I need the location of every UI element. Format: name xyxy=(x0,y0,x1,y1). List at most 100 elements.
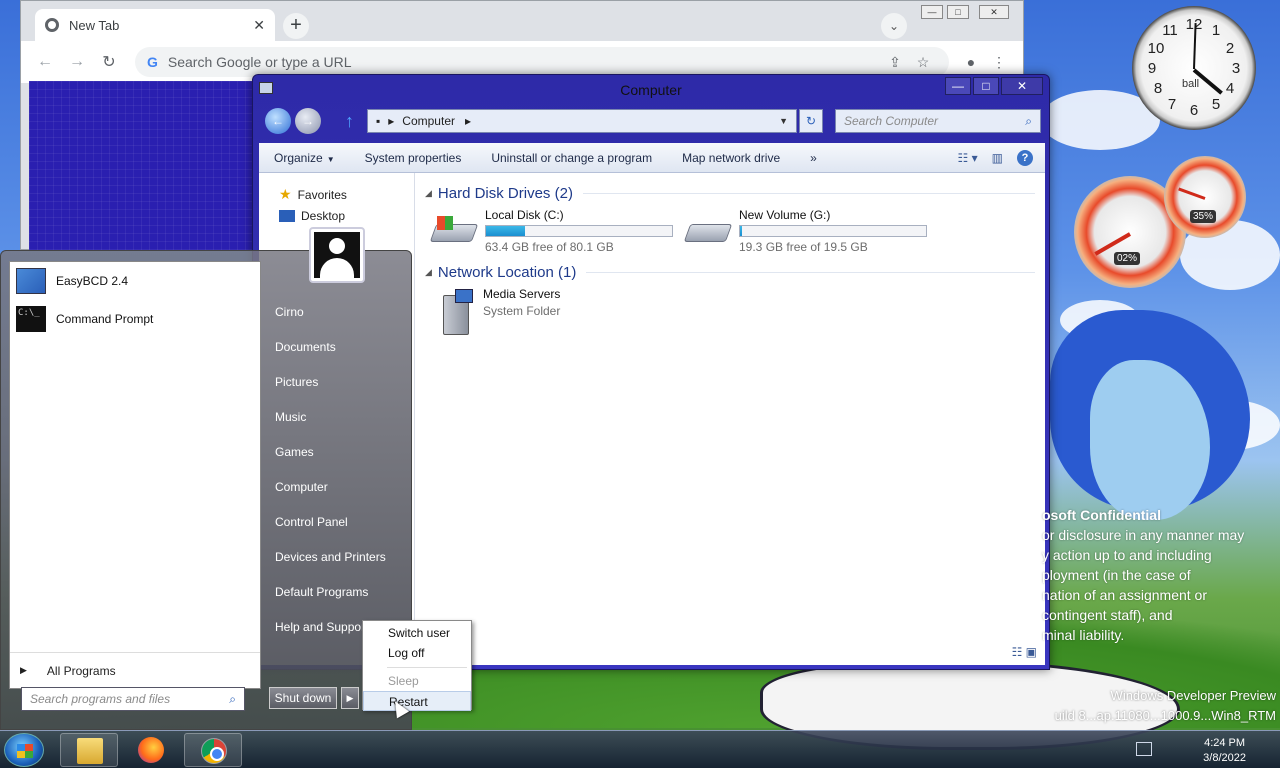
map-network-drive-button[interactable]: Map network drive xyxy=(667,151,795,165)
clock-label: ball xyxy=(1182,78,1200,90)
command-bar: Organize ▼ System properties Uninstall or… xyxy=(259,143,1045,173)
clock-numeral: 3 xyxy=(1231,60,1241,77)
bookmark-star-icon[interactable]: ☆ xyxy=(909,54,937,71)
content-pane: ◢ Hard Disk Drives (2) Local Disk (C:) 6… xyxy=(415,173,1045,665)
tab-search-button[interactable]: ⌄ xyxy=(881,13,907,39)
start-item-user[interactable]: Cirno xyxy=(267,295,407,330)
close-button[interactable]: ✕ xyxy=(979,5,1009,19)
menu-item-switch-user[interactable]: Switch user xyxy=(363,623,471,643)
network-info: Media Servers System Folder xyxy=(483,287,560,335)
close-button[interactable]: ✕ xyxy=(1001,77,1043,95)
preview-pane-icon[interactable]: ▥ xyxy=(992,151,1003,165)
menu-item-restart[interactable]: Restart xyxy=(363,691,471,711)
reload-icon[interactable]: ↻ xyxy=(95,52,123,72)
drive-usage-fill xyxy=(740,226,742,236)
search-input[interactable]: Search Computer ⌕ xyxy=(835,109,1041,133)
maximize-button[interactable]: □ xyxy=(947,5,969,19)
windows-logo-icon xyxy=(17,744,33,758)
program-command-prompt[interactable]: C:\_ Command Prompt xyxy=(10,300,260,338)
more-commands-icon[interactable]: » xyxy=(795,151,832,165)
clock-numeral: 5 xyxy=(1211,96,1221,113)
group-header-hard-disks[interactable]: ◢ Hard Disk Drives (2) xyxy=(425,185,1035,202)
chevron-down-icon: ▼ xyxy=(326,154,335,164)
clock-gadget[interactable]: 12 1 2 3 4 5 6 7 8 9 10 11 ball xyxy=(1132,6,1256,130)
chrome-tab[interactable]: New Tab ✕ xyxy=(35,9,275,41)
network-item-media-servers[interactable]: Media Servers System Folder xyxy=(431,287,1035,335)
watermark-line: contingent staff), and xyxy=(1042,607,1173,623)
uninstall-program-button[interactable]: Uninstall or change a program xyxy=(476,151,667,165)
chevron-down-icon[interactable]: ▼ xyxy=(779,116,788,126)
collapse-triangle-icon[interactable]: ◢ xyxy=(425,267,432,278)
new-tab-button[interactable]: + xyxy=(283,13,309,39)
view-toggle-icons[interactable]: ☷ ▣ xyxy=(1012,645,1037,659)
view-controls: ☷ ▾ ▥ ? xyxy=(944,149,1045,166)
clock-numeral: 4 xyxy=(1225,80,1235,97)
profile-icon[interactable]: ● xyxy=(957,54,985,70)
nav-item-favorites[interactable]: ★ Favorites xyxy=(259,183,414,206)
start-item-default-programs[interactable]: Default Programs xyxy=(267,575,407,610)
search-icon[interactable]: ⌕ xyxy=(1025,114,1032,129)
program-easybcd[interactable]: EasyBCD 2.4 xyxy=(10,262,260,300)
nav-item-label: Desktop xyxy=(301,209,346,223)
drive-item-c[interactable]: Local Disk (C:) 63.4 GB free of 80.1 GB xyxy=(425,208,679,254)
omnibox[interactable]: G Search Google or type a URL ⇪ ☆ xyxy=(135,47,949,77)
taskbar-firefox-button[interactable] xyxy=(122,733,180,767)
shutdown-button[interactable]: Shut down xyxy=(269,687,337,709)
back-button[interactable]: ← xyxy=(265,108,291,134)
build-line: Windows Developer Preview xyxy=(1110,688,1276,703)
system-properties-button[interactable]: System properties xyxy=(350,151,477,165)
start-item-pictures[interactable]: Pictures xyxy=(267,365,407,400)
start-button[interactable] xyxy=(4,733,44,767)
taskbar: 4:24 PM 3/8/2022 xyxy=(0,730,1280,768)
confidential-watermark: osoft Confidential or disclosure in any … xyxy=(1042,505,1280,645)
menu-icon[interactable]: ⋮ xyxy=(985,54,1013,71)
minimize-button[interactable]: — xyxy=(945,77,971,95)
user-avatar[interactable] xyxy=(309,227,365,283)
help-icon[interactable]: ? xyxy=(1017,149,1033,166)
desktop-icon xyxy=(279,210,295,222)
start-item-control-panel[interactable]: Control Panel xyxy=(267,505,407,540)
clock-display[interactable]: 4:24 PM 3/8/2022 xyxy=(1203,736,1246,766)
taskbar-chrome-button[interactable] xyxy=(184,733,242,767)
start-item-music[interactable]: Music xyxy=(267,400,407,435)
build-watermark: Windows Developer Preview uild 8...ap.11… xyxy=(1055,686,1276,726)
refresh-button[interactable]: ↻ xyxy=(799,109,823,133)
taskbar-explorer-button[interactable] xyxy=(60,733,118,767)
start-item-games[interactable]: Games xyxy=(267,435,407,470)
tray-date: 3/8/2022 xyxy=(1203,752,1246,764)
nav-item-desktop[interactable]: Desktop xyxy=(259,206,414,226)
forward-button[interactable]: → xyxy=(295,108,321,134)
network-icon[interactable] xyxy=(1136,742,1152,756)
tray-time: 4:24 PM xyxy=(1204,737,1246,749)
group-title: Hard Disk Drives (2) xyxy=(437,185,573,202)
drive-item-g[interactable]: New Volume (G:) 19.3 GB free of 19.5 GB xyxy=(679,208,933,254)
tab-title: New Tab xyxy=(69,17,120,33)
collapse-triangle-icon[interactable]: ◢ xyxy=(425,188,432,199)
change-view-icon[interactable]: ☷ ▾ xyxy=(958,151,978,165)
group-header-network[interactable]: ◢ Network Location (1) xyxy=(425,264,1035,281)
star-icon: ★ xyxy=(279,186,292,202)
minimize-button[interactable]: — xyxy=(921,5,943,19)
organize-button[interactable]: Organize ▼ xyxy=(259,151,350,165)
memory-needle xyxy=(1178,187,1206,200)
maximize-button[interactable]: □ xyxy=(973,77,999,95)
memory-meter-gadget[interactable]: 35% xyxy=(1164,156,1246,238)
breadcrumb-separator-icon[interactable]: ▸ xyxy=(465,114,471,128)
menu-item-log-off[interactable]: Log off xyxy=(363,643,471,663)
drive-usage-fill xyxy=(486,226,526,236)
up-arrow-icon[interactable]: ↑ xyxy=(345,111,354,132)
back-arrow-icon[interactable]: ← xyxy=(31,53,59,71)
breadcrumb[interactable]: Computer xyxy=(402,114,455,128)
all-programs-button[interactable]: ▶ All Programs xyxy=(10,652,260,688)
share-icon[interactable]: ⇪ xyxy=(881,54,909,71)
forward-arrow-icon[interactable]: → xyxy=(63,53,91,71)
start-item-devices-printers[interactable]: Devices and Printers xyxy=(267,540,407,575)
folder-icon xyxy=(77,738,103,764)
start-item-documents[interactable]: Documents xyxy=(267,330,407,365)
drive-free-space: 19.3 GB free of 19.5 GB xyxy=(739,240,868,254)
close-tab-icon[interactable]: ✕ xyxy=(253,17,265,34)
address-bar[interactable]: ▪ ▸ Computer ▸ ▼ xyxy=(367,109,797,133)
start-search-input[interactable]: Search programs and files ⌕ xyxy=(21,687,245,711)
start-item-computer[interactable]: Computer xyxy=(267,470,407,505)
shutdown-options-arrow-icon[interactable]: ▶ xyxy=(341,687,359,709)
